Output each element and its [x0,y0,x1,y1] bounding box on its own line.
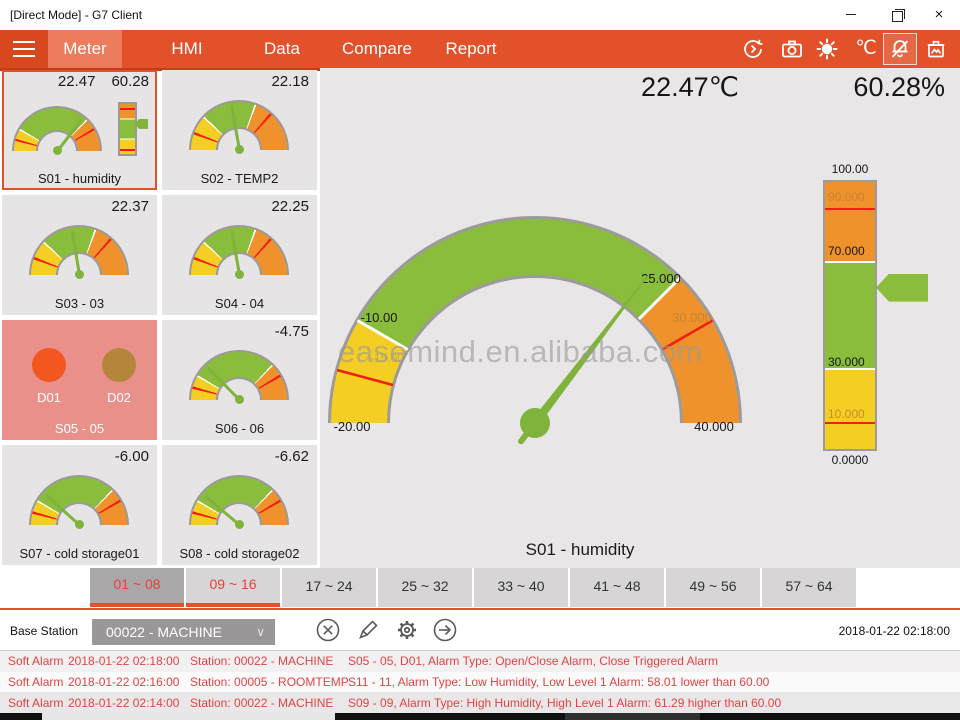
base-station-label: Base Station [10,624,78,638]
sync-icon[interactable] [739,36,767,62]
alarm-row[interactable]: Soft Alarm 2018-01-22 02:18:00 Station: … [0,651,960,672]
sensor-tile-s03[interactable]: 22.37 S03 - 03 [2,195,157,315]
group-tab-17-24[interactable]: 17 ~ 24 [282,568,376,607]
settings-icon[interactable] [394,617,420,643]
sensor-tile-s05[interactable]: D01 D02 S05 - 05 [2,320,157,440]
group-tab-41-48[interactable]: 41 ~ 48 [570,568,664,607]
mini-gauge [189,475,289,525]
go-icon[interactable] [432,617,458,643]
mini-gauge [189,225,289,275]
brightness-icon[interactable] [813,36,841,62]
mini-gauge [12,106,102,151]
base-station-selected: 00022 - MACHINE [106,624,222,640]
tab-report[interactable]: Report [430,30,512,68]
sensor-tile-s08[interactable]: -6.62 S08 - cold storage02 [162,445,317,565]
sensor-tile-s04[interactable]: 22.25 S04 - 04 [162,195,317,315]
camera-icon[interactable] [778,36,806,62]
edit-icon[interactable] [355,617,381,643]
image-trash-icon[interactable] [922,36,950,62]
minimize-button[interactable] [836,6,866,24]
menu-hamburger-icon[interactable] [0,30,48,68]
group-tab-01-08[interactable]: 01 ~ 08 [90,568,184,607]
sensor-tile-s02[interactable]: 22.18 S02 - TEMP2 [162,70,317,190]
channel-group-tabs: 01 ~ 08 09 ~ 16 17 ~ 24 25 ~ 32 33 ~ 40 … [90,568,856,607]
celsius-icon[interactable]: ℃ [852,36,880,62]
taskbar-strip [0,713,960,720]
close-button[interactable]: × [924,6,954,24]
bar-alarm-line-high [825,208,875,210]
nav-bar: Meter HMI Data Compare Report ℃ [0,30,960,71]
window-title: [Direct Mode] - G7 Client [10,8,142,22]
bar-label-zone-low: 30.000 [828,355,865,369]
mini-bar-gauge [118,102,150,156]
mini-gauge [29,475,129,525]
tab-data[interactable]: Data [245,30,319,68]
group-tab-09-16[interactable]: 09 ~ 16 [186,568,280,607]
temperature-dial-gauge: -20.00 -10.00 -15.00 25.000 30.000 40.00… [325,205,755,445]
watermark: easemind.en.alibaba.com [338,334,703,370]
bar-label-alarm-low: 10.000 [828,407,865,421]
mini-gauge [189,100,289,150]
dial-label-zone-low: -10.00 [361,310,398,325]
dial-label-alarm-high: 30.000 [672,310,712,325]
bar-label-min: 0.0000 [820,453,880,467]
alarm-row[interactable]: Soft Alarm 2018-01-22 02:16:00 Station: … [0,672,960,693]
mini-gauge [189,350,289,400]
temperature-reading: 22.47℃ [575,72,805,103]
mini-gauge [29,225,129,275]
humidity-reading: 60.28% [795,72,945,103]
tab-meter[interactable]: Meter [48,30,122,68]
clear-icon[interactable] [315,617,341,643]
alarm-row[interactable]: Soft Alarm 2018-01-22 02:14:00 Station: … [0,692,960,713]
sensor-tile-s06[interactable]: -4.75 S06 - 06 [162,320,317,440]
tab-hmi[interactable]: HMI [150,30,224,68]
base-station-bar: Base Station 00022 - MACHINE ∨ 2018-01-2… [0,610,960,650]
group-tab-25-32[interactable]: 25 ~ 32 [378,568,472,607]
digital-output-d01 [32,348,66,382]
chevron-down-icon: ∨ [256,619,265,645]
group-tab-33-40[interactable]: 33 ~ 40 [474,568,568,607]
bar-label-max: 100.00 [820,162,880,176]
title-bar: [Direct Mode] - G7 Client × [0,0,960,30]
dial-label-max: 40.000 [694,419,734,434]
alarm-log: Soft Alarm 2018-01-22 02:18:00 Station: … [0,651,960,713]
tab-compare[interactable]: Compare [335,30,419,68]
alarm-mute-icon[interactable] [883,33,917,65]
selected-sensor-label: S01 - humidity [455,540,705,560]
sensor-tile-s01[interactable]: 22.4760.28 S01 - humidity [2,70,157,190]
group-tab-57-64[interactable]: 57 ~ 64 [762,568,856,607]
restore-button[interactable] [882,6,912,24]
bar-label-alarm-high: 90.000 [828,190,865,204]
bar-label-zone-high: 70.000 [828,244,865,258]
dial-label-min: -20.00 [334,419,371,434]
base-station-dropdown[interactable]: 00022 - MACHINE ∨ [92,619,275,645]
dial-zone-green [383,247,660,335]
group-tab-49-56[interactable]: 49 ~ 56 [666,568,760,607]
tile-values: 22.4760.28 [58,73,149,90]
dial-label-zone-high: 25.000 [641,271,681,286]
sensor-tile-s07[interactable]: -6.00 S07 - cold storage01 [2,445,157,565]
current-timestamp: 2018-01-22 02:18:00 [839,624,950,638]
bar-alarm-line-low [825,422,875,424]
digital-output-d02 [102,348,136,382]
